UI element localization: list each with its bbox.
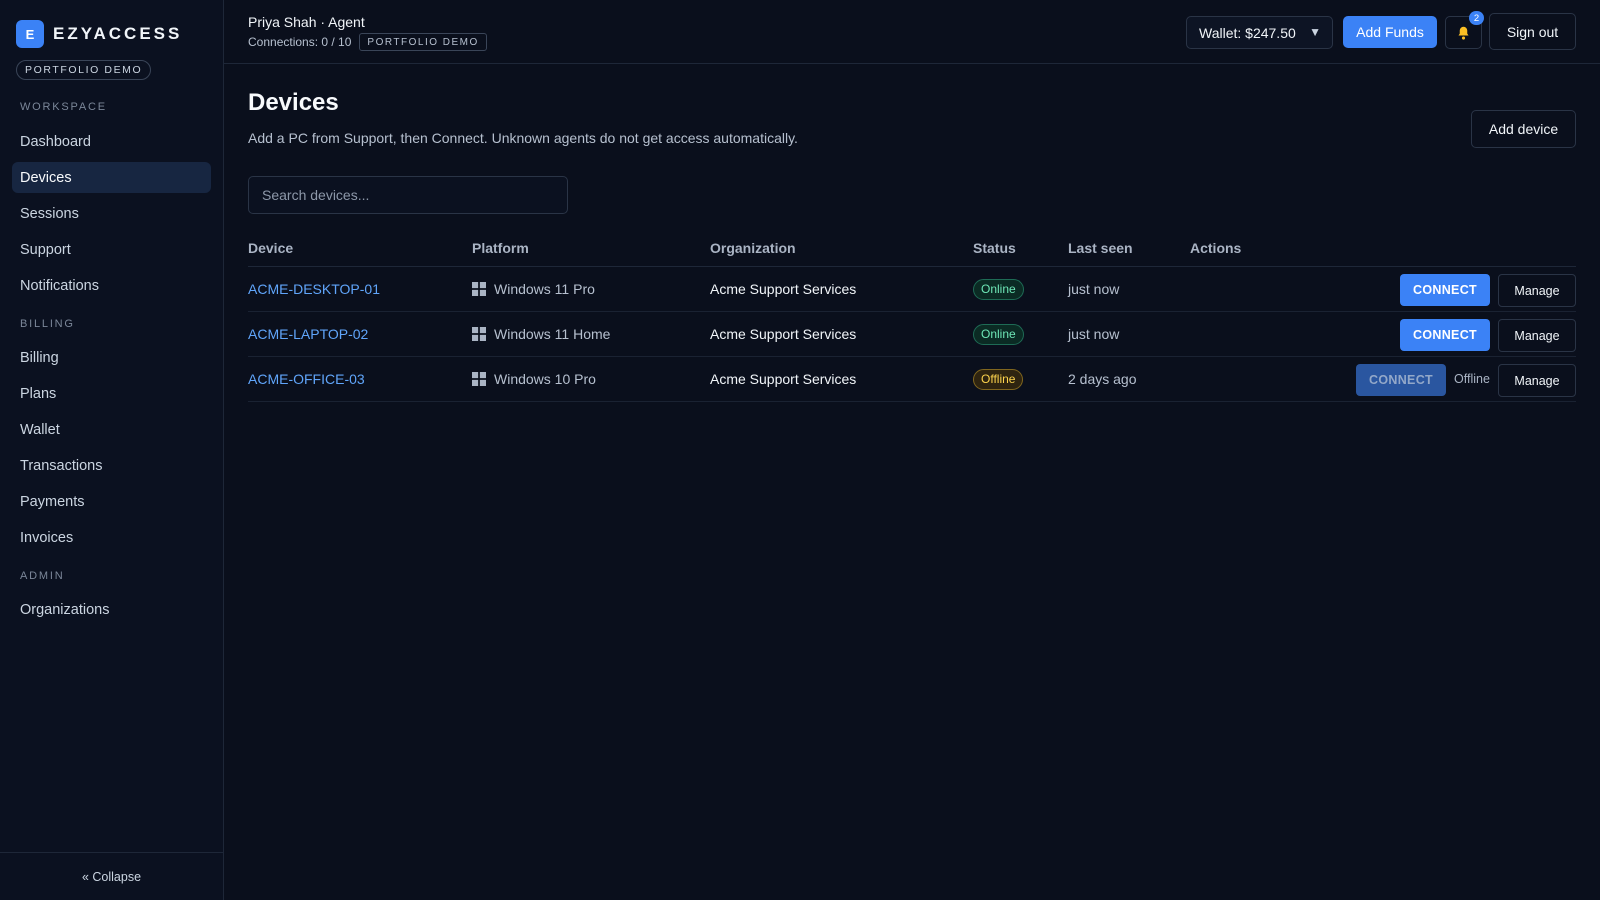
user-name: Priya Shah · Agent (248, 14, 365, 30)
page-title: Devices (248, 89, 339, 116)
last-seen-cell: just now (1068, 281, 1120, 297)
column-header-last-seen: Last seen (1068, 240, 1133, 256)
connections-info: Connections: 0 / 10 PORTFOLIO DEMO (248, 33, 487, 51)
device-link[interactable]: ACME-DESKTOP-01 (248, 267, 380, 311)
section-label-billing: BILLING (20, 318, 75, 330)
organization-cell: Acme Support Services (710, 371, 857, 387)
organization-cell: Acme Support Services (710, 326, 857, 342)
device-link[interactable]: ACME-OFFICE-03 (248, 357, 365, 401)
notifications-button[interactable]: 2 (1445, 11, 1484, 49)
last-seen-cell: 2 days ago (1068, 371, 1137, 387)
table-row: ACME-DESKTOP-01 Windows 11 Pro Acme Supp… (248, 267, 1576, 312)
table-row: ACME-LAPTOP-02 Windows 11 Home Acme Supp… (248, 312, 1576, 357)
offline-note: Offline (1454, 372, 1490, 386)
windows-icon (472, 327, 486, 341)
platform-cell: Windows 11 Home (472, 312, 610, 356)
brand-name: EZYACCESS (53, 24, 183, 43)
status-badge: Online (973, 278, 1024, 300)
sidebar-item-dashboard[interactable]: Dashboard (12, 126, 211, 157)
windows-icon (472, 282, 486, 296)
windows-icon (472, 372, 486, 386)
connect-button[interactable]: CONNECT (1400, 274, 1490, 306)
sidebar-item-payments[interactable]: Payments (12, 486, 211, 517)
chevron-down-icon: ▼ (1309, 25, 1321, 39)
sidebar-item-invoices[interactable]: Invoices (12, 522, 211, 553)
bell-icon (1458, 26, 1469, 40)
sidebar: E EZYACCESS PORTFOLIO DEMO WORKSPACE Das… (0, 0, 224, 900)
sidebar-item-organizations[interactable]: Organizations (12, 594, 211, 625)
status-cell: Online (973, 267, 1024, 311)
table-row: ACME-OFFICE-03 Windows 10 Pro Acme Suppo… (248, 357, 1576, 402)
brand-logo: E (16, 20, 44, 48)
search-input[interactable] (248, 176, 568, 214)
platform-cell: Windows 11 Pro (472, 267, 595, 311)
sidebar-item-support[interactable]: Support (12, 234, 211, 265)
status-cell: Online (973, 312, 1024, 356)
status-badge: Online (973, 323, 1024, 345)
collapse-button[interactable]: « Collapse (0, 852, 223, 900)
wallet-balance: Wallet: $247.50 (1199, 24, 1296, 41)
status-badge: Offline (973, 368, 1024, 390)
connections-count: Connections: 0 / 10 (248, 35, 352, 49)
platform-name: Windows 11 Home (494, 326, 611, 342)
brand[interactable]: E EZYACCESS (16, 20, 182, 48)
section-label-admin: ADMIN (20, 570, 65, 582)
column-header-actions: Actions (1190, 240, 1242, 256)
platform-name: Windows 11 Pro (494, 281, 595, 297)
manage-button[interactable]: Manage (1498, 364, 1576, 397)
column-header-device: Device (248, 240, 294, 256)
sidebar-item-devices[interactable]: Devices (12, 162, 211, 193)
section-label-workspace: WORKSPACE (20, 101, 107, 113)
add-funds-button[interactable]: Add Funds (1343, 16, 1437, 48)
platform-cell: Windows 10 Pro (472, 357, 596, 401)
portfolio-demo-tag: PORTFOLIO DEMO (359, 33, 487, 51)
organization-cell: Acme Support Services (710, 281, 857, 297)
connect-button-disabled[interactable]: CONNECT (1356, 364, 1446, 396)
add-device-button[interactable]: Add device (1471, 110, 1576, 148)
manage-button[interactable]: Manage (1498, 274, 1576, 307)
last-seen-cell: just now (1068, 326, 1120, 342)
sign-out-button[interactable]: Sign out (1489, 13, 1576, 50)
sidebar-item-notifications[interactable]: Notifications (12, 270, 211, 301)
top-header: Priya Shah · Agent Connections: 0 / 10 P… (224, 0, 1600, 64)
sidebar-item-transactions[interactable]: Transactions (12, 450, 211, 481)
manage-button[interactable]: Manage (1498, 319, 1576, 352)
portfolio-demo-pill: PORTFOLIO DEMO (16, 60, 152, 80)
page-subtitle: Add a PC from Support, then Connect. Unk… (248, 130, 798, 146)
platform-name: Windows 10 Pro (494, 371, 596, 387)
column-header-platform: Platform (472, 240, 529, 256)
column-header-organization: Organization (710, 240, 796, 256)
device-link[interactable]: ACME-LAPTOP-02 (248, 312, 368, 356)
sidebar-item-wallet[interactable]: Wallet (12, 414, 211, 445)
notification-count-badge: 2 (1469, 11, 1484, 25)
column-header-status: Status (973, 240, 1016, 256)
sidebar-item-sessions[interactable]: Sessions (12, 198, 211, 229)
sidebar-item-billing[interactable]: Billing (12, 342, 211, 373)
status-cell: Offline (973, 357, 1024, 401)
sidebar-item-plans[interactable]: Plans (12, 378, 211, 409)
wallet-dropdown[interactable]: Wallet: $247.50 ▼ (1186, 16, 1333, 49)
connect-button[interactable]: CONNECT (1400, 319, 1490, 351)
